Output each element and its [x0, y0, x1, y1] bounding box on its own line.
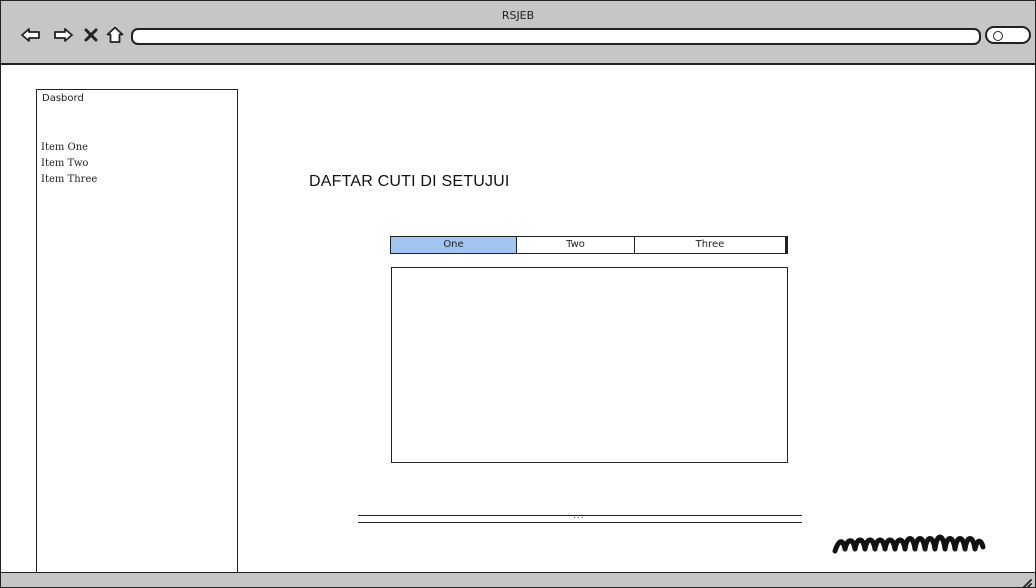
sidebar: Dasbord Item One Item Two Item Three [36, 89, 238, 573]
sidebar-item-one[interactable]: Item One [41, 140, 97, 156]
search-field[interactable] [985, 26, 1031, 44]
tab-three[interactable]: Three [635, 237, 785, 253]
status-bar [1, 572, 1035, 587]
resize-grip-icon[interactable] [1019, 575, 1033, 587]
back-arrow-icon[interactable] [21, 25, 41, 45]
pagination: ... [358, 512, 802, 523]
close-icon[interactable] [81, 25, 101, 45]
tab-content-panel [391, 267, 788, 463]
tab-two[interactable]: Two [517, 237, 635, 253]
pagination-dots[interactable]: ... [573, 512, 585, 521]
browser-window: RSJEB Dasbord Item One Item Two Item Thr… [0, 0, 1036, 588]
tab-bar: One Two Three [390, 236, 788, 254]
window-title: RSJEB [501, 9, 535, 22]
home-icon[interactable] [105, 25, 125, 45]
tab-one[interactable]: One [391, 237, 517, 253]
address-bar[interactable] [131, 28, 981, 45]
sidebar-item-three[interactable]: Item Three [41, 172, 97, 188]
sidebar-title[interactable]: Dasbord [42, 93, 84, 104]
page-title: DAFTAR CUTI DI SETUJUI [309, 173, 510, 190]
signature-scribble-icon [829, 529, 989, 563]
forward-arrow-icon[interactable] [53, 25, 73, 45]
search-icon [993, 31, 1003, 41]
sidebar-item-two[interactable]: Item Two [41, 156, 97, 172]
sidebar-list: Item One Item Two Item Three [41, 140, 97, 188]
title-bar: RSJEB [1, 1, 1035, 65]
